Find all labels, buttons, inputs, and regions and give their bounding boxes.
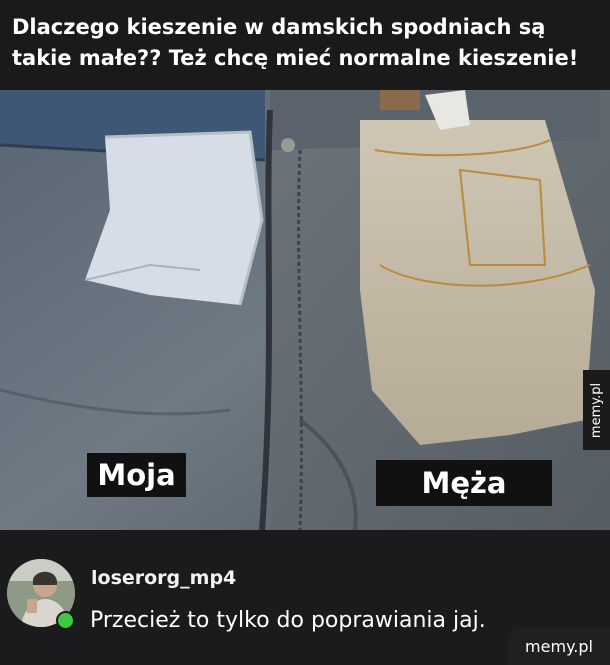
- meme-photo: Moja Męża memy.pl: [0, 90, 610, 530]
- post-title: Dlaczego kieszenie w damskich spodniach …: [12, 15, 579, 70]
- side-watermark: memy.pl: [583, 370, 610, 450]
- label-meza: Męża: [376, 460, 552, 506]
- footer-watermark: memy.pl: [508, 628, 610, 665]
- comment-username[interactable]: loserorg_mp4: [91, 567, 236, 589]
- post-header: Dlaczego kieszenie w damskich spodniach …: [0, 0, 610, 90]
- comment-text: Przecież to tylko do poprawiania jaj.: [90, 608, 486, 633]
- label-moja: Moja: [87, 453, 186, 497]
- online-status-icon: [56, 611, 75, 630]
- side-watermark-text: memy.pl: [589, 382, 605, 438]
